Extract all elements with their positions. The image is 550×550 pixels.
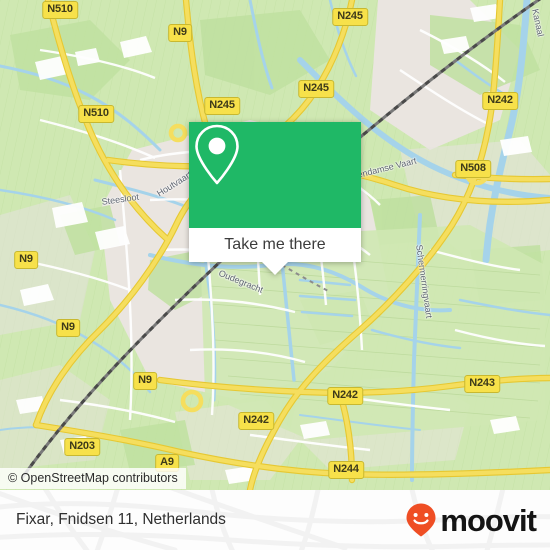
road-shield: N245	[298, 80, 334, 98]
road-shield: N242	[482, 92, 518, 110]
popup-cta-panel[interactable]: Take me there	[189, 228, 361, 262]
road-shield: N510	[78, 105, 114, 123]
location-popup-card[interactable]: Take me there	[189, 122, 361, 275]
map-canvas[interactable]: N510 N9 N245 N245 N245 N242 N510 N508 N9 N9 N9 N242…	[0, 0, 550, 490]
road-shield: N9	[168, 24, 192, 42]
osm-attribution[interactable]: © OpenStreetMap contributors	[0, 468, 186, 489]
road-shield: N9	[14, 251, 38, 269]
road-shield: N510	[42, 1, 78, 19]
road-shield: N242	[238, 412, 274, 430]
popup-pointer-arrow	[262, 262, 288, 275]
moovit-wordmark: moovit	[440, 502, 537, 538]
map-screen: N510 N9 N245 N245 N245 N242 N510 N508 N9 N9 N9 N242…	[0, 0, 550, 550]
take-me-there-label: Take me there	[224, 236, 326, 253]
footer-bar: Fixar, Fnidsen 11, Netherlands moovit	[0, 490, 550, 550]
moovit-pin-smiley-icon	[406, 503, 436, 537]
location-address-label: Fixar, Fnidsen 11, Netherlands	[16, 511, 226, 528]
road-shield: N245	[332, 8, 368, 26]
popup-icon-panel	[189, 122, 361, 228]
map-pin-icon	[195, 124, 239, 185]
road-shield: N508	[455, 160, 491, 178]
road-shield: N243	[464, 375, 500, 393]
moovit-brand[interactable]: moovit	[404, 502, 537, 538]
road-shield: N245	[204, 97, 240, 115]
road-shield: N9	[133, 372, 157, 390]
road-shield: N242	[327, 387, 363, 405]
road-shield: N244	[328, 461, 364, 479]
road-shield: N203	[64, 438, 100, 456]
road-shield: N9	[56, 319, 80, 337]
